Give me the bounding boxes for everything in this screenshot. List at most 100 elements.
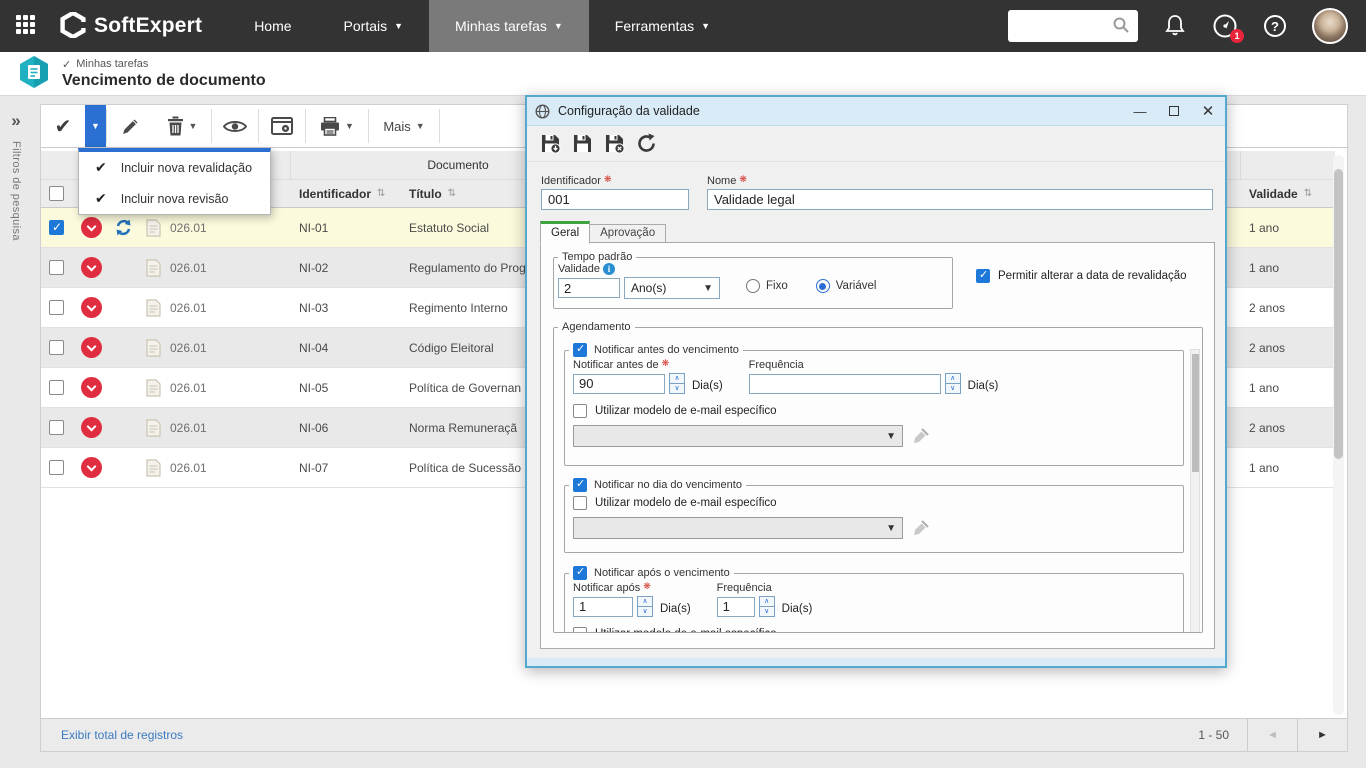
row-checkbox[interactable] bbox=[49, 340, 64, 355]
email-template-row[interactable]: Utilizar modelo de e-mail específico bbox=[565, 400, 1183, 420]
user-avatar[interactable] bbox=[1312, 8, 1348, 44]
frequencia-label: Frequência bbox=[749, 359, 999, 371]
column-header-identificador[interactable]: Identificador⇅ bbox=[291, 180, 401, 207]
info-icon[interactable]: i bbox=[603, 263, 615, 275]
expired-status-icon[interactable] bbox=[81, 297, 102, 318]
category-value: 026.01 bbox=[170, 221, 207, 235]
row-checkbox[interactable] bbox=[49, 220, 64, 235]
row-checkbox[interactable] bbox=[49, 260, 64, 275]
refresh-button[interactable] bbox=[636, 133, 657, 154]
notifications-bell-icon[interactable] bbox=[1164, 14, 1186, 38]
tab-aprovacao[interactable]: Aprovação bbox=[590, 224, 666, 244]
brand-logo[interactable]: SoftExpert bbox=[60, 12, 202, 41]
expired-status-icon[interactable] bbox=[81, 337, 102, 358]
notificar-apos-input[interactable] bbox=[573, 597, 633, 617]
row-checkbox[interactable] bbox=[49, 300, 64, 315]
sort-icon: ⇅ bbox=[1304, 188, 1312, 199]
validade-unit-select[interactable]: Ano(s)▼ bbox=[624, 277, 720, 299]
chevron-down-icon: ▼ bbox=[345, 121, 354, 131]
radio-fixo[interactable]: Fixo bbox=[746, 279, 788, 293]
email-template-select[interactable]: ▼ bbox=[573, 517, 903, 539]
notificar-apos-checkbox[interactable] bbox=[573, 566, 587, 580]
save-and-close-button[interactable] bbox=[604, 133, 625, 154]
save-button[interactable] bbox=[572, 133, 593, 154]
notificar-antes-checkbox[interactable] bbox=[573, 343, 587, 357]
notificar-no-dia-checkbox[interactable] bbox=[573, 478, 587, 492]
radio-variavel[interactable]: Variável bbox=[816, 279, 877, 293]
menu-portais[interactable]: Portais▼ bbox=[318, 0, 430, 52]
help-icon[interactable]: ? bbox=[1264, 15, 1286, 37]
table-scrollbar[interactable] bbox=[1333, 155, 1344, 715]
validity-value: 2 anos bbox=[1241, 288, 1335, 327]
row-checkbox[interactable] bbox=[49, 420, 64, 435]
column-header-validade[interactable]: Validade⇅ bbox=[1241, 180, 1335, 207]
email-template-row[interactable]: Utilizar modelo de e-mail específico bbox=[565, 623, 1183, 633]
pending-tasks-icon[interactable]: 1 bbox=[1212, 13, 1238, 39]
stepper-control[interactable]: ∧∨ bbox=[637, 596, 653, 617]
notificar-antes-de-input[interactable] bbox=[573, 374, 665, 394]
agendamento-fieldset: Agendamento Notificar antes do venciment… bbox=[553, 321, 1203, 633]
stepper-control[interactable]: ∧∨ bbox=[945, 373, 961, 394]
row-checkbox[interactable] bbox=[49, 380, 64, 395]
execute-task-button[interactable]: ✔ bbox=[41, 105, 85, 147]
preview-document-button[interactable] bbox=[259, 105, 305, 147]
category-value: 026.01 bbox=[170, 421, 207, 435]
trash-icon bbox=[167, 116, 184, 136]
close-button[interactable]: ✕ bbox=[1191, 97, 1225, 125]
expand-filters-icon[interactable]: » bbox=[11, 112, 20, 129]
identifier-input[interactable] bbox=[541, 189, 689, 210]
expired-status-icon[interactable] bbox=[81, 217, 102, 238]
execute-task-dropdown-button[interactable]: ▼ bbox=[85, 105, 106, 147]
email-template-checkbox[interactable] bbox=[573, 496, 587, 510]
select-all-checkbox[interactable] bbox=[49, 186, 64, 201]
table-scrollbar-thumb[interactable] bbox=[1334, 169, 1343, 459]
clear-selection-broom-icon[interactable] bbox=[911, 519, 930, 538]
menu-item-incluir-nova-revalidacao[interactable]: ✔ Incluir nova revalidação bbox=[79, 152, 270, 183]
agendamento-scrollbar[interactable] bbox=[1190, 349, 1200, 633]
edit-button[interactable] bbox=[107, 105, 153, 147]
next-page-button[interactable]: ► bbox=[1297, 719, 1347, 751]
sort-icon: ⇅ bbox=[377, 188, 385, 199]
save-and-new-button[interactable] bbox=[540, 133, 561, 154]
validade-input[interactable] bbox=[558, 278, 620, 298]
permitir-alterar-row[interactable]: Permitir alterar a data de revalidação bbox=[976, 269, 1187, 283]
email-template-select[interactable]: ▼ bbox=[573, 425, 903, 447]
email-template-row[interactable]: Utilizar modelo de e-mail específico bbox=[565, 492, 1183, 512]
document-icon bbox=[146, 259, 161, 277]
maximize-button[interactable] bbox=[1157, 97, 1191, 125]
name-input[interactable] bbox=[707, 189, 1213, 210]
minimize-button[interactable]: — bbox=[1123, 97, 1157, 125]
frequencia-input[interactable] bbox=[749, 374, 941, 394]
delete-button[interactable]: ▼ bbox=[153, 105, 211, 147]
email-template-checkbox[interactable] bbox=[573, 404, 587, 418]
frequencia-input[interactable] bbox=[717, 597, 755, 617]
menu-home[interactable]: Home bbox=[228, 0, 317, 52]
validity-value: 1 ano bbox=[1241, 208, 1335, 247]
days-unit-label: Dia(s) bbox=[968, 380, 999, 392]
print-button[interactable]: ▼ bbox=[306, 105, 368, 147]
dialog-titlebar[interactable]: Configuração da validade — ✕ bbox=[527, 97, 1225, 126]
row-checkbox[interactable] bbox=[49, 460, 64, 475]
expired-status-icon[interactable] bbox=[81, 417, 102, 438]
menu-ferramentas[interactable]: Ferramentas▼ bbox=[589, 0, 736, 52]
permitir-alterar-checkbox[interactable] bbox=[976, 269, 990, 283]
tab-geral[interactable]: Geral bbox=[540, 221, 590, 244]
clear-selection-broom-icon[interactable] bbox=[911, 427, 930, 446]
stepper-control[interactable]: ∧∨ bbox=[759, 596, 775, 617]
more-button[interactable]: Mais▼ bbox=[369, 105, 439, 147]
prev-page-button[interactable]: ◄ bbox=[1247, 719, 1297, 751]
menu-minhas-tarefas[interactable]: Minhas tarefas▼ bbox=[429, 0, 589, 52]
menu-item-incluir-nova-revisao[interactable]: ✔ Incluir nova revisão bbox=[79, 183, 270, 214]
view-data-button[interactable] bbox=[212, 105, 258, 147]
show-total-link[interactable]: Exibir total de registros bbox=[61, 728, 183, 742]
expired-status-icon[interactable] bbox=[81, 257, 102, 278]
expired-status-icon[interactable] bbox=[81, 457, 102, 478]
search-input[interactable] bbox=[1008, 10, 1138, 42]
breadcrumb[interactable]: ✓ Minhas tarefas bbox=[62, 58, 266, 71]
agendamento-scrollbar-thumb[interactable] bbox=[1192, 354, 1199, 472]
email-template-checkbox[interactable] bbox=[573, 627, 587, 633]
pencil-icon bbox=[121, 117, 140, 136]
stepper-control[interactable]: ∧∨ bbox=[669, 373, 685, 394]
apps-grid-icon[interactable] bbox=[16, 15, 38, 37]
expired-status-icon[interactable] bbox=[81, 377, 102, 398]
